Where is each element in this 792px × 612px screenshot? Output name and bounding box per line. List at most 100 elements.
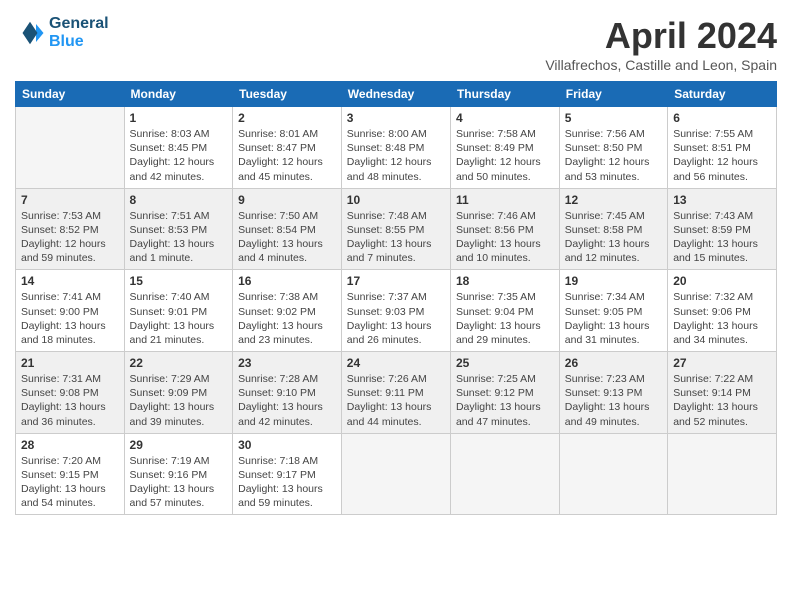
logo: General Blue xyxy=(15,15,109,50)
table-row: 24 Sunrise: 7:26 AMSunset: 9:11 PMDayligh… xyxy=(341,352,450,434)
table-row: 5 Sunrise: 7:56 AMSunset: 8:50 PMDaylight… xyxy=(559,107,667,189)
day-number: 12 xyxy=(565,193,662,207)
day-number: 1 xyxy=(130,111,228,125)
day-info: Sunrise: 7:56 AMSunset: 8:50 PMDaylight:… xyxy=(565,127,662,184)
day-number: 30 xyxy=(238,438,336,452)
day-number: 7 xyxy=(21,193,119,207)
day-info: Sunrise: 7:32 AMSunset: 9:06 PMDaylight:… xyxy=(673,290,771,347)
day-info: Sunrise: 7:38 AMSunset: 9:02 PMDaylight:… xyxy=(238,290,336,347)
header-monday: Monday xyxy=(124,82,233,107)
day-info: Sunrise: 7:18 AMSunset: 9:17 PMDaylight:… xyxy=(238,454,336,511)
table-row xyxy=(668,433,777,515)
day-number: 22 xyxy=(130,356,228,370)
day-info: Sunrise: 8:00 AMSunset: 8:48 PMDaylight:… xyxy=(347,127,445,184)
day-info: Sunrise: 7:58 AMSunset: 8:49 PMDaylight:… xyxy=(456,127,554,184)
calendar-header-row: Sunday Monday Tuesday Wednesday Thursday… xyxy=(16,82,777,107)
day-number: 3 xyxy=(347,111,445,125)
day-number: 15 xyxy=(130,274,228,288)
table-row: 21Sunrise: 7:31 AMSunset: 9:08 PMDayligh… xyxy=(16,352,125,434)
table-row: 14 Sunrise: 7:41 AMSunset: 9:00 PMDayligh… xyxy=(16,270,125,352)
table-row: 17Sunrise: 7:37 AMSunset: 9:03 PMDayligh… xyxy=(341,270,450,352)
table-row xyxy=(450,433,559,515)
day-number: 9 xyxy=(238,193,336,207)
day-info: Sunrise: 8:03 AMSunset: 8:45 PMDaylight:… xyxy=(130,127,228,184)
location: Villafrechos, Castille and Leon, Spain xyxy=(545,57,777,73)
day-info: Sunrise: 7:53 AMSunset: 8:52 PMDaylight:… xyxy=(21,209,119,266)
day-info: Sunrise: 7:25 AMSunset: 9:12 PMDaylight:… xyxy=(456,372,554,429)
table-row: 10 Sunrise: 7:48 AMSunset: 8:55 PMDayligh… xyxy=(341,188,450,270)
table-row xyxy=(16,107,125,189)
page-container: General Blue April 2024 Villafrechos, Ca… xyxy=(0,0,792,525)
table-row: 20 Sunrise: 7:32 AMSunset: 9:06 PMDayligh… xyxy=(668,270,777,352)
day-number: 24 xyxy=(347,356,445,370)
day-number: 2 xyxy=(238,111,336,125)
header-saturday: Saturday xyxy=(668,82,777,107)
day-number: 21 xyxy=(21,356,119,370)
day-number: 16 xyxy=(238,274,336,288)
table-row xyxy=(559,433,667,515)
day-info: Sunrise: 7:26 AMSunset: 9:11 PMDaylight:… xyxy=(347,372,445,429)
table-row: 16 Sunrise: 7:38 AMSunset: 9:02 PMDayligh… xyxy=(233,270,342,352)
day-number: 10 xyxy=(347,193,445,207)
table-row: 19 Sunrise: 7:34 AMSunset: 9:05 PMDayligh… xyxy=(559,270,667,352)
month-title: April 2024 xyxy=(545,15,777,57)
day-info: Sunrise: 7:45 AMSunset: 8:58 PMDaylight:… xyxy=(565,209,662,266)
table-row: 8 Sunrise: 7:51 AMSunset: 8:53 PMDaylight… xyxy=(124,188,233,270)
day-info: Sunrise: 7:55 AMSunset: 8:51 PMDaylight:… xyxy=(673,127,771,184)
table-row: 1 Sunrise: 8:03 AMSunset: 8:45 PMDaylight… xyxy=(124,107,233,189)
day-number: 27 xyxy=(673,356,771,370)
day-info: Sunrise: 7:41 AMSunset: 9:00 PMDaylight:… xyxy=(21,290,119,347)
day-info: Sunrise: 7:46 AMSunset: 8:56 PMDaylight:… xyxy=(456,209,554,266)
header: General Blue April 2024 Villafrechos, Ca… xyxy=(15,15,777,73)
day-number: 18 xyxy=(456,274,554,288)
logo-icon xyxy=(15,18,45,48)
header-thursday: Thursday xyxy=(450,82,559,107)
calendar-week-row: 28Sunrise: 7:20 AMSunset: 9:15 PMDayligh… xyxy=(16,433,777,515)
table-row: 9Sunrise: 7:50 AMSunset: 8:54 PMDaylight… xyxy=(233,188,342,270)
table-row: 23Sunrise: 7:28 AMSunset: 9:10 PMDayligh… xyxy=(233,352,342,434)
table-row: 11 Sunrise: 7:46 AMSunset: 8:56 PMDayligh… xyxy=(450,188,559,270)
day-number: 8 xyxy=(130,193,228,207)
day-number: 11 xyxy=(456,193,554,207)
calendar-week-row: 7 Sunrise: 7:53 AMSunset: 8:52 PMDaylight… xyxy=(16,188,777,270)
day-number: 20 xyxy=(673,274,771,288)
header-wednesday: Wednesday xyxy=(341,82,450,107)
title-block: April 2024 Villafrechos, Castille and Le… xyxy=(545,15,777,73)
day-number: 5 xyxy=(565,111,662,125)
day-info: Sunrise: 7:34 AMSunset: 9:05 PMDaylight:… xyxy=(565,290,662,347)
table-row: 30 Sunrise: 7:18 AMSunset: 9:17 PMDayligh… xyxy=(233,433,342,515)
day-number: 6 xyxy=(673,111,771,125)
day-info: Sunrise: 7:35 AMSunset: 9:04 PMDaylight:… xyxy=(456,290,554,347)
day-number: 25 xyxy=(456,356,554,370)
day-info: Sunrise: 7:48 AMSunset: 8:55 PMDaylight:… xyxy=(347,209,445,266)
logo-text: General Blue xyxy=(49,15,109,50)
table-row: 26 Sunrise: 7:23 AMSunset: 9:13 PMDayligh… xyxy=(559,352,667,434)
day-number: 26 xyxy=(565,356,662,370)
header-tuesday: Tuesday xyxy=(233,82,342,107)
day-number: 28 xyxy=(21,438,119,452)
header-friday: Friday xyxy=(559,82,667,107)
table-row: 7 Sunrise: 7:53 AMSunset: 8:52 PMDaylight… xyxy=(16,188,125,270)
day-info: Sunrise: 7:23 AMSunset: 9:13 PMDaylight:… xyxy=(565,372,662,429)
table-row: 3 Sunrise: 8:00 AMSunset: 8:48 PMDaylight… xyxy=(341,107,450,189)
table-row: 25 Sunrise: 7:25 AMSunset: 9:12 PMDayligh… xyxy=(450,352,559,434)
table-row: 15 Sunrise: 7:40 AMSunset: 9:01 PMDayligh… xyxy=(124,270,233,352)
table-row: 18 Sunrise: 7:35 AMSunset: 9:04 PMDayligh… xyxy=(450,270,559,352)
day-info: Sunrise: 7:40 AMSunset: 9:01 PMDaylight:… xyxy=(130,290,228,347)
day-info: Sunrise: 7:28 AMSunset: 9:10 PMDaylight:… xyxy=(238,372,336,429)
table-row: 22 Sunrise: 7:29 AMSunset: 9:09 PMDayligh… xyxy=(124,352,233,434)
table-row xyxy=(341,433,450,515)
day-info: Sunrise: 7:29 AMSunset: 9:09 PMDaylight:… xyxy=(130,372,228,429)
header-sunday: Sunday xyxy=(16,82,125,107)
table-row: 28Sunrise: 7:20 AMSunset: 9:15 PMDayligh… xyxy=(16,433,125,515)
day-info: Sunrise: 8:01 AMSunset: 8:47 PMDaylight:… xyxy=(238,127,336,184)
day-info: Sunrise: 7:51 AMSunset: 8:53 PMDaylight:… xyxy=(130,209,228,266)
day-number: 29 xyxy=(130,438,228,452)
day-number: 19 xyxy=(565,274,662,288)
day-number: 14 xyxy=(21,274,119,288)
day-number: 13 xyxy=(673,193,771,207)
calendar-week-row: 1 Sunrise: 8:03 AMSunset: 8:45 PMDaylight… xyxy=(16,107,777,189)
day-info: Sunrise: 7:37 AMSunset: 9:03 PMDaylight:… xyxy=(347,290,445,347)
day-number: 4 xyxy=(456,111,554,125)
table-row: 6 Sunrise: 7:55 AMSunset: 8:51 PMDaylight… xyxy=(668,107,777,189)
